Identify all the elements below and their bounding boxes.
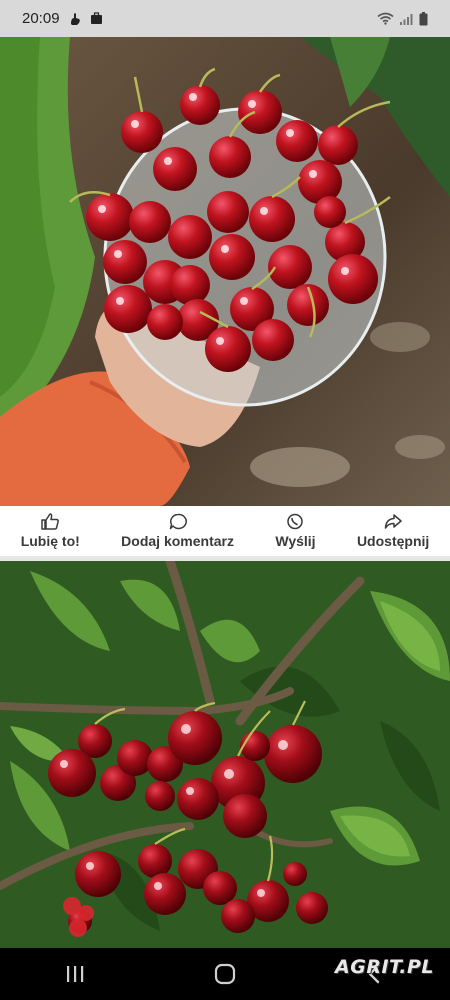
whatsapp-icon (287, 513, 304, 530)
battery-icon (419, 11, 428, 25)
status-left: 20:09 (22, 10, 103, 27)
share-icon (384, 514, 402, 529)
share-button[interactable]: Udostępnij (357, 513, 429, 549)
share-label: Udostępnij (356, 533, 430, 549)
cherry-bowl-image (0, 37, 450, 506)
recents-button[interactable] (45, 954, 105, 994)
cherry-tree-image (0, 561, 450, 948)
comment-label: Dodaj komentarz (121, 533, 234, 549)
cherry-tree-photo[interactable] (0, 561, 450, 948)
home-button[interactable] (195, 954, 255, 994)
status-bar: 20:09 (0, 0, 450, 37)
comment-button[interactable]: Dodaj komentarz (121, 513, 234, 549)
send-button[interactable]: Wyślij (275, 513, 316, 549)
like-label: Lubię to! (20, 533, 80, 549)
comment-icon (169, 513, 187, 530)
home-icon (214, 963, 236, 985)
recents-icon (67, 966, 84, 982)
signal-icon (400, 13, 413, 25)
gesture-icon (70, 12, 80, 25)
wifi-icon (377, 12, 394, 25)
agrit-watermark: AGRIT.PL (335, 956, 434, 978)
status-time: 20:09 (22, 10, 60, 27)
post-action-bar: Lubię to! Dodaj komentarz Wyślij Udostęp… (0, 506, 450, 561)
send-label: Wyślij (275, 533, 316, 549)
like-button[interactable]: Lubię to! (21, 513, 80, 549)
cherry-bowl-photo[interactable] (0, 37, 450, 506)
thumbs-up-icon (41, 513, 60, 530)
status-right (377, 11, 428, 26)
briefcase-icon (90, 12, 102, 24)
